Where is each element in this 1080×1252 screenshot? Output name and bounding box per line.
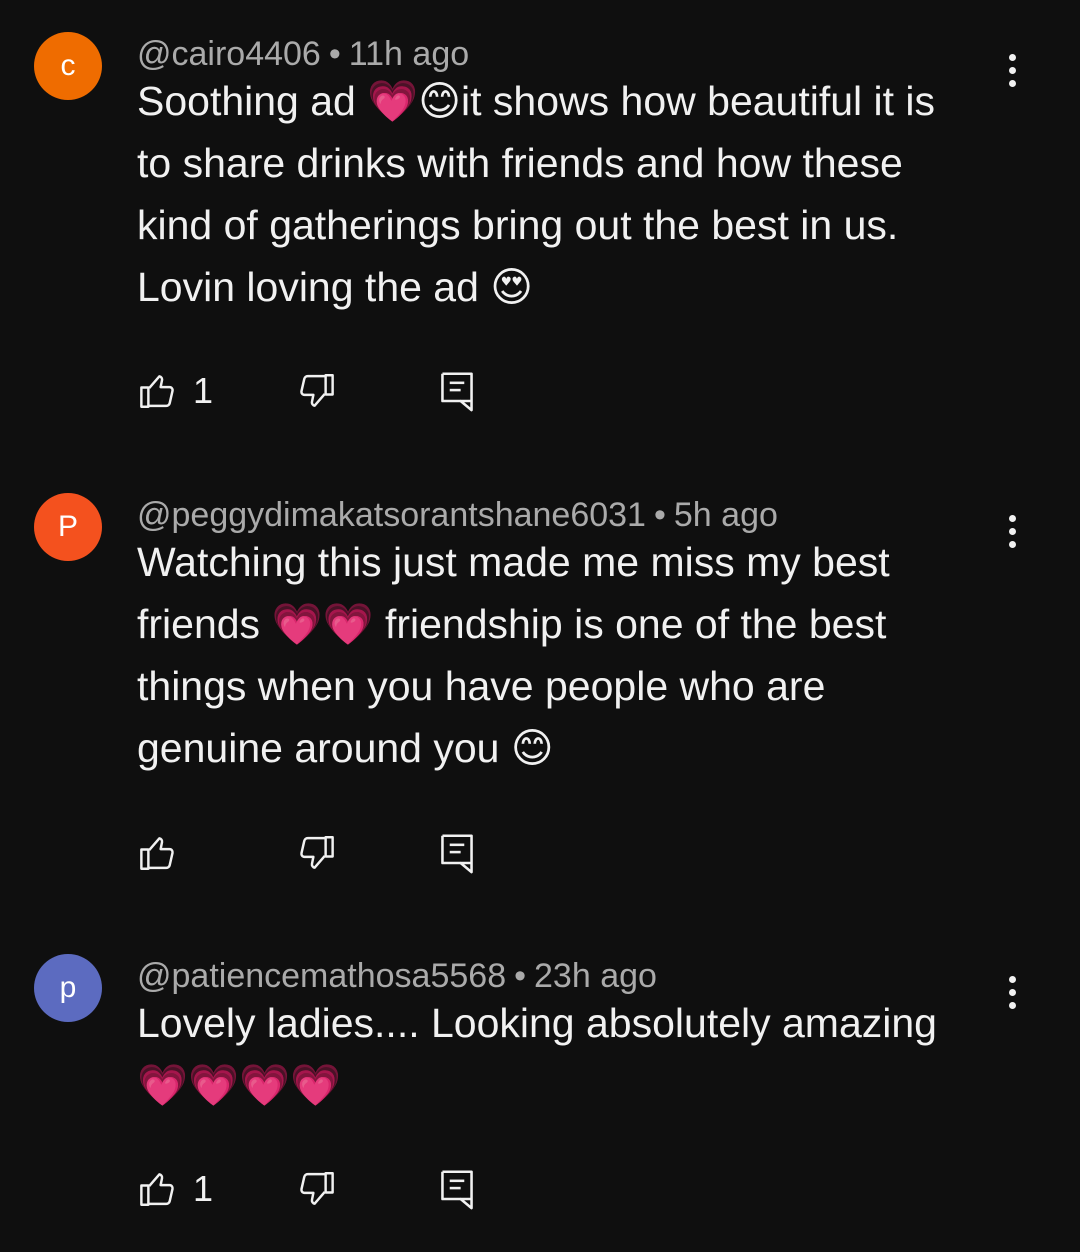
- avatar-letter: c: [60, 49, 76, 82]
- reply-button[interactable]: [437, 1165, 477, 1213]
- comment-actions: 1: [137, 1165, 537, 1213]
- separator-dot: •: [328, 35, 341, 73]
- comment-time: 5h ago: [673, 496, 778, 534]
- comment-actions: 1: [137, 367, 537, 415]
- reply-button[interactable]: [437, 829, 477, 877]
- comment-author[interactable]: @cairo4406: [137, 35, 321, 73]
- like-count: 1: [193, 1168, 214, 1209]
- like-button[interactable]: 1: [137, 1165, 213, 1213]
- thumbs-up-icon: [140, 837, 174, 870]
- comment-text: Lovely ladies.... Looking absolutely ama…: [137, 1000, 937, 1108]
- comment-actions: [137, 829, 537, 877]
- thumbs-up-icon: [140, 375, 174, 408]
- comment-meta: @peggydimakatsorantshane6031 • 5h ago: [137, 495, 778, 535]
- like-button[interactable]: [137, 829, 193, 877]
- like-count: 1: [193, 370, 214, 411]
- dislike-button[interactable]: [295, 1165, 337, 1213]
- separator-dot: •: [653, 496, 666, 534]
- comment-author[interactable]: @peggydimakatsorantshane6031: [137, 496, 646, 534]
- reply-icon: [441, 1170, 473, 1210]
- comment-meta: @patiencemathosa5568 • 23h ago: [137, 956, 657, 996]
- thumbs-down-icon: [300, 1172, 334, 1205]
- avatar[interactable]: P: [34, 493, 102, 561]
- thumbs-down-icon: [300, 374, 334, 407]
- avatar[interactable]: c: [34, 32, 102, 100]
- reply-button[interactable]: [437, 367, 477, 415]
- dislike-button[interactable]: [295, 367, 337, 415]
- avatar-letter: P: [57, 510, 78, 543]
- separator-dot: •: [514, 957, 527, 995]
- thumbs-down-icon: [300, 836, 334, 869]
- avatar-letter: p: [59, 971, 77, 1004]
- avatar[interactable]: p: [34, 954, 102, 1022]
- reply-icon: [441, 372, 473, 412]
- reply-icon: [441, 834, 473, 874]
- comment-text: Watching this just made me miss my best …: [137, 539, 890, 771]
- comment-meta: @cairo4406 • 11h ago: [137, 34, 469, 74]
- comment-text: Soothing ad 💗😊it shows how beautiful it …: [137, 78, 936, 310]
- comment-time: 11h ago: [348, 35, 470, 73]
- dislike-button[interactable]: [295, 829, 337, 877]
- comment-author[interactable]: @patiencemathosa5568: [137, 957, 506, 995]
- thumbs-up-icon: [140, 1173, 174, 1206]
- comment-time: 23h ago: [534, 957, 657, 995]
- like-button[interactable]: 1: [137, 367, 213, 415]
